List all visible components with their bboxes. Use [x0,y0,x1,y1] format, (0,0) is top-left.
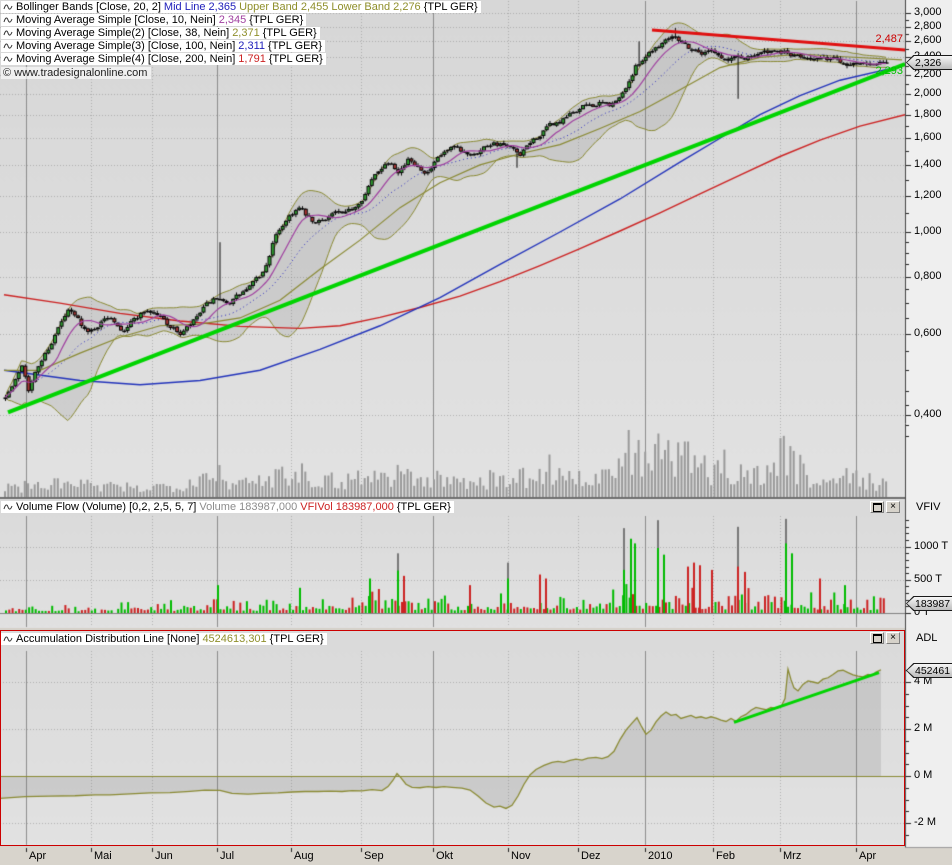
legend-text-segment: {TPL GER} [249,14,303,26]
legend-text-segment: Accumulation Distribution Line [None] [16,633,199,645]
vfiv-panel-plot[interactable] [0,500,905,628]
indicator-wave-icon [3,503,13,512]
adl-value-tag: 452461 [906,663,952,678]
legend-text-segment: Mid Line 2,365 [164,1,236,13]
legend-text-segment: {TPL GER} [268,40,322,52]
resistance-line-label: 2,487 [875,33,903,45]
adl-axis-tick-label: 2 M [914,722,932,734]
x-axis-month-label: Feb [716,850,735,862]
x-axis-month-label: Mrz [783,850,801,862]
price-axis-tick-label: 0,400 [914,408,942,420]
vfiv-panel-header[interactable]: Volume Flow (Volume) [0,2, 2,5, 5, 7] Vo… [1,501,454,513]
legend-text-segment: Lower Band 2,276 [331,1,420,13]
x-axis-month-label: Apr [859,850,876,862]
legend-text-segment: Upper Band 2,455 [239,1,328,13]
legend-text-segment: {TPL GER} [424,1,478,13]
legend-ma100[interactable]: Moving Average Simple(3) [Close, 100, Ne… [1,40,325,52]
indicator-wave-icon [3,3,13,12]
legend-text-segment: {TPL GER} [397,501,451,513]
x-axis-month-label: Jul [220,850,234,862]
price-axis-tick-label: 1,600 [914,131,942,143]
close-icon: × [890,502,896,512]
indicator-wave-icon [3,55,13,64]
legend-text-segment: Moving Average Simple(2) [Close, 38, Nei… [16,27,229,39]
adl-panel-header[interactable]: Accumulation Distribution Line [None] 45… [1,633,327,645]
close-icon: × [890,633,896,643]
adl-close-button[interactable]: × [886,632,900,644]
last-price-tag: 2,326 [906,55,952,70]
x-axis-month-label: Mai [94,850,112,862]
legend-text-segment: Moving Average Simple(3) [Close, 100, Ne… [16,40,235,52]
price-axis-tick-label: 1,000 [914,225,942,237]
vfiv-axis-tick-label: 500 T [914,573,942,585]
legend-text-segment: {TPL GER} [263,27,317,39]
price-axis-tick-label: 3,000 [914,6,942,18]
vfiv-close-button[interactable]: × [886,501,900,513]
price-axis-tick-label: 0,600 [914,327,942,339]
legend-text-segment: {TPL GER} [269,53,323,65]
adl-axis-tick-label: 0 M [914,769,932,781]
copyright-text: © www.tradesignalonline.com [1,67,151,79]
price-axis-tick-label: 2,800 [914,20,942,32]
adl-axis-tick-label: -2 M [914,816,936,828]
vfiv-maximize-button[interactable] [870,501,884,513]
legend-text-segment: Moving Average Simple [Close, 10, Nein] [16,14,216,26]
legend-text-segment: {TPL GER} [270,633,324,645]
x-axis-month-label: Okt [436,850,453,862]
support-line-label: 2,293 [875,65,903,77]
legend-text-segment: Volume Flow (Volume) [0,2, 2,5, 5, 7] [16,501,196,513]
x-axis-month-label: Sep [364,850,384,862]
price-axis-tick-label: 0,800 [914,270,942,282]
price-axis-tick-label: 1,800 [914,108,942,120]
legend-ma38[interactable]: Moving Average Simple(2) [Close, 38, Nei… [1,27,320,39]
adl-maximize-button[interactable] [870,632,884,644]
indicator-wave-icon [3,29,13,38]
adl-panel-plot[interactable] [0,630,905,846]
x-axis-month-label: Aug [294,850,314,862]
maximize-icon [873,634,882,643]
legend-text-segment: 1,791 [238,53,266,65]
legend-text-segment: 4524613,301 [202,633,266,645]
legend-text-segment: Volume 183987,000 [199,501,297,513]
indicator-wave-icon [3,16,13,25]
legend-text-segment: 2,371 [232,27,260,39]
legend-text-segment: Moving Average Simple(4) [Close, 200, Ne… [16,53,235,65]
legend-text-segment: Bollinger Bands [Close, 20, 2] [16,1,161,13]
vfiv-value-tag: 183987 [906,596,952,611]
vfiv-axis-tick-label: 1000 T [914,540,948,552]
x-axis-month-label: Nov [511,850,531,862]
maximize-icon [873,503,882,512]
chart-window: Bollinger Bands [Close, 20, 2] Mid Line … [0,0,952,865]
price-axis-tick-label: 1,400 [914,158,942,170]
indicator-wave-icon [3,635,13,644]
vfiv-axis-title: VFIV [916,501,940,513]
adl-axis-title: ADL [916,632,937,644]
price-axis-tick-label: 2,600 [914,34,942,46]
price-axis-tick-label: 1,200 [914,189,942,201]
x-axis-month-label: Apr [29,850,46,862]
price-axis-tick-label: 2,000 [914,87,942,99]
legend-ma200[interactable]: Moving Average Simple(4) [Close, 200, Ne… [1,53,326,65]
legend-text-segment: 2,345 [219,14,247,26]
legend-text-segment: 2,311 [238,40,265,52]
legend-text-segment: VFIVol 183987,000 [300,501,394,513]
legend-ma10[interactable]: Moving Average Simple [Close, 10, Nein] … [1,14,306,26]
x-axis-month-label: Jun [155,850,173,862]
indicator-wave-icon [3,42,13,51]
legend-bollinger-bands[interactable]: Bollinger Bands [Close, 20, 2] Mid Line … [1,1,481,13]
x-axis-month-label: 2010 [648,850,672,862]
x-axis-month-label: Dez [581,850,601,862]
